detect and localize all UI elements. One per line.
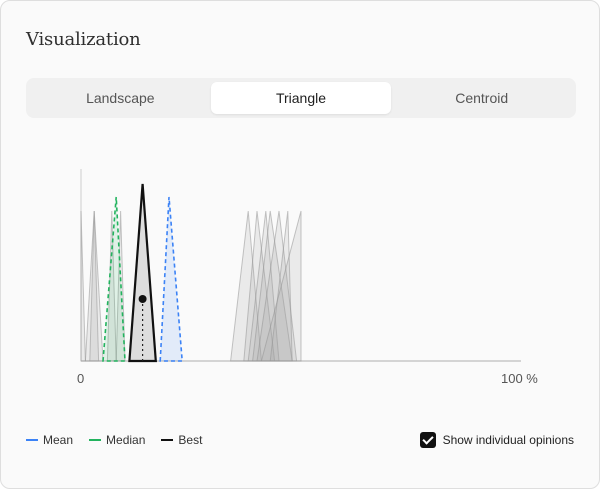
legend-label-best: Best [178,433,203,447]
legend-item-mean: Mean [26,433,73,447]
show-opinions-toggle[interactable]: Show individual opinions [419,432,574,448]
opinion-triangle [80,210,86,362]
median-swatch-icon [89,439,102,441]
triangle-chart [80,169,521,363]
best-swatch-icon [161,439,174,441]
mean-triangle [159,196,184,362]
best-point-marker [138,295,147,303]
visualization-panel: Visualization Landscape Triangle Centroi… [0,0,600,489]
chart-legend: Mean Median Best [26,433,202,447]
legend-label-mean: Mean [43,433,74,447]
checkbox-checked-icon[interactable] [419,432,436,448]
mean-swatch-icon [26,439,38,441]
legend-label-median: Median [106,433,146,447]
x-axis-max-label: 100 % [501,371,538,386]
legend-item-best: Best [161,433,202,447]
legend-item-median: Median [89,433,145,447]
opinion-triangle [89,210,104,362]
x-axis-min-label: 0 [77,371,85,386]
show-opinions-label: Show individual opinions [442,433,574,447]
